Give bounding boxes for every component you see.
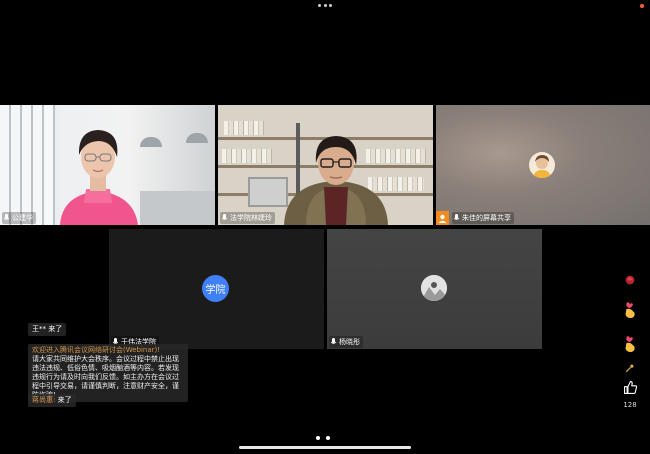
office-desk — [140, 191, 215, 225]
office-window — [0, 105, 55, 225]
page-indicator[interactable] — [316, 436, 330, 440]
video-tile-1[interactable]: 公建华 — [0, 105, 215, 225]
books — [222, 149, 272, 163]
participant-name-tag: 法学院林婕玲 — [220, 212, 275, 224]
video-tile-4[interactable]: 学院 于伟法学院 — [109, 229, 324, 349]
screen-share-tile[interactable]: 朱佳的屏幕共享 — [436, 105, 650, 225]
microphone-icon — [330, 338, 337, 344]
home-indicator[interactable] — [239, 446, 411, 449]
firework-icon[interactable] — [620, 358, 640, 378]
like-count: 128 — [623, 401, 637, 409]
participant-video-person — [60, 130, 138, 225]
participant-name: 朱佳的屏幕共享 — [462, 214, 511, 222]
page-dot[interactable] — [326, 436, 330, 440]
more-options-icon[interactable] — [318, 4, 332, 8]
screen-share-icon — [436, 211, 449, 225]
chat-join-message: 王** 来了 — [28, 323, 67, 336]
finger-heart-icon[interactable] — [620, 300, 640, 320]
participant-name-tag: 杨晓彤 — [329, 336, 363, 348]
chat-username: 蒋尚惠: — [32, 396, 56, 404]
page-dot[interactable] — [316, 436, 320, 440]
video-tile-5[interactable]: 杨晓彤 — [327, 229, 542, 349]
participant-initials-avatar: 学院 — [202, 275, 229, 302]
participant-avatar — [421, 275, 447, 301]
rose-icon[interactable] — [620, 270, 640, 290]
thumbs-up-icon[interactable] — [620, 377, 640, 397]
chat-join-message: 蒋尚惠: 来了 — [28, 394, 76, 407]
sharer-avatar — [529, 152, 555, 178]
participant-name: 杨晓彤 — [339, 338, 360, 346]
microphone-icon — [453, 214, 460, 220]
chat-welcome-title: 欢迎进入腾讯会议网络研讨会(Webinar)! — [32, 346, 161, 354]
participant-name: 公建华 — [12, 214, 33, 222]
video-tile-2[interactable]: 法学院林婕玲 — [218, 105, 433, 225]
participant-name: 法学院林婕玲 — [230, 214, 272, 222]
books — [224, 121, 264, 135]
participant-name-tag: 朱佳的屏幕共享 — [452, 212, 514, 224]
microphone-icon — [3, 214, 10, 220]
participant-video-person — [284, 136, 388, 225]
ceiling-lamp — [186, 133, 208, 143]
chat-text: 来了 — [57, 396, 72, 404]
finger-heart-icon[interactable] — [620, 334, 640, 354]
microphone-icon — [221, 214, 228, 220]
chat-text: 王** 来了 — [32, 325, 63, 333]
status-indicator-icon — [640, 4, 644, 8]
participant-name-tag: 公建华 — [2, 212, 36, 224]
